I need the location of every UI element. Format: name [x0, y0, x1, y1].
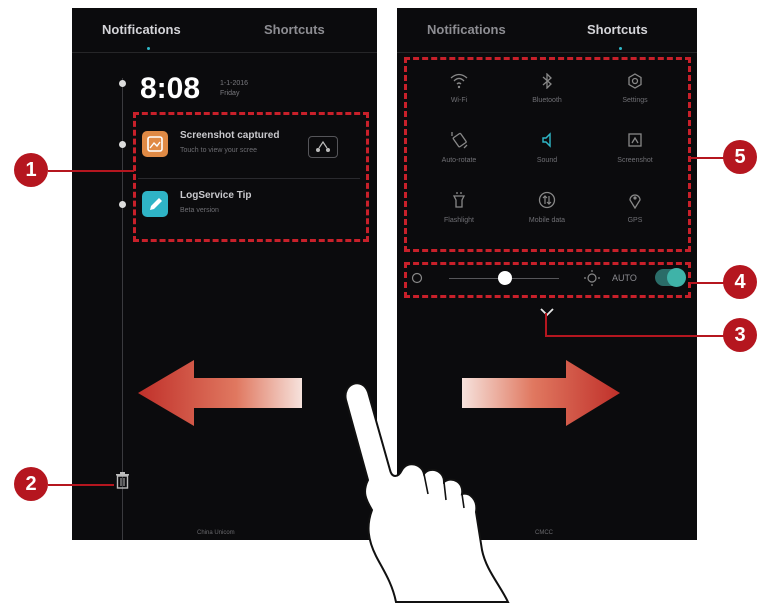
tab-divider	[397, 52, 697, 53]
brightness-highlight-box	[404, 262, 691, 298]
leader-line	[690, 157, 726, 159]
timeline-dot	[119, 141, 126, 148]
carrier-label: China Unicom	[197, 530, 235, 536]
trash-icon[interactable]	[115, 471, 130, 489]
carrier-label: CMCC	[535, 530, 553, 536]
leader-line	[48, 170, 134, 172]
active-tab-indicator	[147, 47, 150, 50]
hand-gesture-icon	[344, 382, 510, 603]
tab-bar: Notifications Shortcuts	[72, 8, 377, 54]
clock: 8:08	[140, 72, 201, 105]
weekday: Friday	[220, 90, 240, 97]
active-tab-indicator	[619, 47, 622, 50]
callout-3: 3	[723, 318, 757, 352]
shortcuts-highlight-box	[404, 57, 691, 252]
date: 1-1-2016	[220, 80, 249, 87]
tab-shortcuts[interactable]: Shortcuts	[587, 22, 648, 37]
tab-notifications[interactable]: Notifications	[102, 22, 181, 37]
leader-line	[545, 335, 725, 337]
tab-divider	[72, 52, 377, 53]
tab-shortcuts[interactable]: Shortcuts	[264, 22, 325, 37]
callout-4: 4	[723, 265, 757, 299]
callout-5: 5	[723, 140, 757, 174]
leader-line	[545, 313, 547, 335]
tab-notifications[interactable]: Notifications	[427, 22, 506, 37]
callout-1: 1	[14, 153, 48, 187]
leader-line	[48, 484, 114, 486]
callout-2: 2	[14, 467, 48, 501]
leader-line	[690, 282, 726, 284]
timeline-dot	[119, 201, 126, 208]
timeline-dot	[119, 80, 126, 87]
tab-bar: Notifications Shortcuts	[397, 8, 697, 54]
swipe-left-arrow-icon	[138, 360, 302, 426]
notification-highlight-box	[133, 112, 369, 242]
chevron-down-icon[interactable]	[540, 307, 554, 317]
